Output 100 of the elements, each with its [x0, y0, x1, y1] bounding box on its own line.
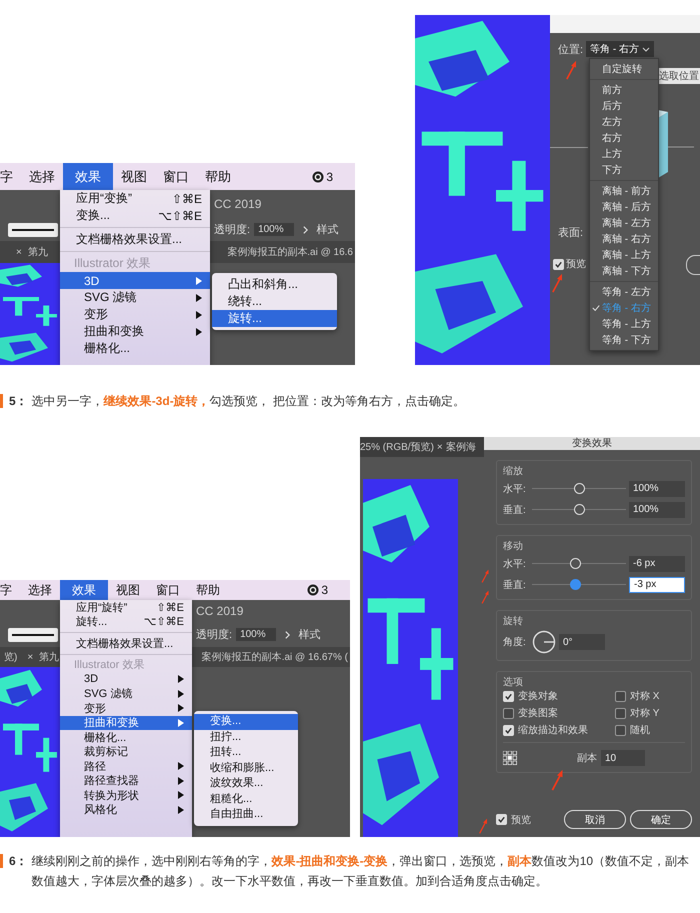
menu-item[interactable]: 旋转... ⌥⇧⌘E: [60, 614, 192, 629]
document-tab[interactable]: 览): [4, 650, 18, 664]
dropdown-option[interactable]: 离轴 - 下方: [590, 263, 658, 279]
document-tab[interactable]: 第九: [28, 245, 48, 259]
opacity-field[interactable]: 100%: [236, 628, 276, 641]
menu-item[interactable]: 旋转...: [212, 310, 337, 327]
dropdown-option[interactable]: 等角 - 上方: [590, 316, 658, 332]
dropdown-option[interactable]: 等角 - 下方: [590, 332, 658, 348]
chevron-icon[interactable]: [302, 224, 309, 234]
menu-item[interactable]: 收缩和膨胀...: [194, 760, 298, 776]
menu-item[interactable]: 栅格化...: [60, 340, 210, 357]
value-field[interactable]: 100%: [629, 480, 685, 496]
menu-item[interactable]: 扭曲和变换: [60, 716, 192, 730]
menu-item[interactable]: 粗糙化...: [194, 792, 298, 807]
angle-field[interactable]: 0°: [559, 634, 605, 650]
copies-field[interactable]: 10: [601, 750, 645, 766]
menu-item[interactable]: 3D: [60, 672, 192, 686]
menu-item[interactable]: 扭转...: [194, 745, 298, 760]
dropdown-option[interactable]: 离轴 - 上方: [590, 247, 658, 263]
dialog-button[interactable]: 确定: [630, 810, 692, 829]
stroke-preview[interactable]: [8, 222, 58, 236]
position-select[interactable]: 等角 - 右方: [586, 41, 654, 57]
slider-thumb[interactable]: [570, 579, 581, 590]
menu-item[interactable]: 变换...: [194, 714, 298, 730]
menu-bar-item[interactable]: 字: [0, 580, 20, 600]
arrow-icon: [480, 590, 490, 604]
checkbox[interactable]: [615, 708, 626, 718]
dropdown-option[interactable]: 等角 - 左方: [590, 284, 658, 300]
close-button[interactable]: ×: [16, 246, 22, 258]
menu-item[interactable]: 应用“旋转” ⇧⌘E: [60, 600, 192, 614]
close-button[interactable]: ×: [436, 442, 443, 452]
menu-item[interactable]: SVG 滤镜: [60, 686, 192, 701]
menu-item[interactable]: 文档栅格效果设置...: [60, 636, 192, 650]
document-tab[interactable]: 案例海报五的副本.ai @ 16.6: [227, 245, 353, 259]
dropdown-option[interactable]: 离轴 - 左方: [590, 215, 658, 231]
menu-item[interactable]: 文档栅格效果设置...: [60, 231, 210, 248]
menu-bar-item[interactable]: 视图: [108, 580, 148, 600]
dial-icon[interactable]: [532, 630, 556, 654]
menu-item[interactable]: 自由扭曲...: [194, 807, 298, 822]
circle-icon[interactable]: [312, 170, 324, 182]
dropdown-option[interactable]: 离轴 - 后方: [590, 199, 658, 215]
menu-item[interactable]: 3D: [60, 272, 210, 289]
menu-item[interactable]: 绕转...: [212, 293, 337, 310]
circle-icon[interactable]: [307, 584, 320, 596]
menu-item[interactable]: 扭拧...: [194, 730, 298, 745]
arrow-icon: [480, 569, 490, 583]
menu-item[interactable]: 变形: [60, 306, 210, 323]
slider-label: 垂直:: [503, 578, 527, 592]
reference-point-icon[interactable]: [503, 751, 517, 765]
value-field[interactable]: 100%: [629, 502, 685, 518]
checkbox[interactable]: [503, 708, 514, 718]
checkbox[interactable]: [615, 690, 626, 702]
document-tab[interactable]: 案例海: [446, 440, 476, 454]
menu-bar-item[interactable]: 帮助: [188, 580, 228, 600]
menu-item[interactable]: SVG 滤镜: [60, 289, 210, 306]
menu-bar-item[interactable]: 选择: [21, 163, 63, 190]
menu-bar-item[interactable]: 窗口: [148, 580, 188, 600]
dropdown-option[interactable]: 左方: [590, 114, 658, 130]
opacity-field[interactable]: 100%: [254, 223, 294, 236]
menu-bar-item[interactable]: 效果: [60, 580, 108, 600]
menu-item[interactable]: 路径: [60, 759, 192, 774]
dropdown-option[interactable]: 后方: [590, 98, 658, 114]
document-tab[interactable]: 25% (RGB/预览): [360, 440, 434, 454]
menu-item[interactable]: 风格化: [60, 802, 192, 817]
dropdown-option[interactable]: 离轴 - 前方: [590, 183, 658, 199]
menu-item[interactable]: 路径查找器: [60, 774, 192, 788]
dropdown-option[interactable]: 前方: [590, 82, 658, 98]
menu-item[interactable]: 凸出和斜角...: [212, 276, 337, 293]
value-field[interactable]: -6 px: [629, 556, 685, 572]
checkbox[interactable]: [615, 724, 626, 736]
menu-bar-item[interactable]: 帮助: [197, 163, 239, 190]
menu-item[interactable]: 应用“变换” ⇧⌘E: [60, 190, 210, 207]
menu-bar-item[interactable]: 字: [0, 163, 21, 190]
dropdown-option[interactable]: 上方: [590, 146, 658, 162]
menu-item[interactable]: 转换为形状: [60, 788, 192, 802]
dialog-button[interactable]: 取消: [564, 810, 626, 829]
value-field[interactable]: -3 px: [629, 576, 685, 592]
menu-item[interactable]: 变换... ⌥⇧⌘E: [60, 207, 210, 224]
chevron-icon[interactable]: [284, 630, 291, 640]
menu-bar-item[interactable]: 窗口: [155, 163, 197, 190]
menu-item[interactable]: 裁剪标记: [60, 744, 192, 759]
menu-bar-item[interactable]: 效果: [63, 163, 113, 190]
arrow-icon: [551, 273, 563, 293]
close-button[interactable]: ×: [27, 652, 34, 662]
menu-item[interactable]: 扭曲和变换: [60, 323, 210, 340]
stroke-preview[interactable]: [8, 628, 58, 642]
dropdown-option[interactable]: 右方: [590, 130, 658, 146]
menu-item[interactable]: 波纹效果...: [194, 776, 298, 792]
accent-bar: [0, 394, 3, 408]
slider-label: 水平:: [503, 482, 527, 496]
document-tab[interactable]: 第九: [39, 650, 60, 664]
document-tab[interactable]: 案例海报五的副本.ai @ 16.67% (: [202, 650, 348, 664]
dropdown-option[interactable]: 下方: [590, 162, 658, 178]
menu-bar-item[interactable]: 选择: [20, 580, 60, 600]
menu-item[interactable]: 变形: [60, 701, 192, 716]
dropdown-option[interactable]: 自定旋转: [590, 61, 658, 77]
dropdown-option[interactable]: 离轴 - 右方: [590, 231, 658, 247]
menu-bar-item[interactable]: 视图: [113, 163, 155, 190]
menu-item[interactable]: 栅格化...: [60, 730, 192, 744]
group-title: 移动: [503, 540, 524, 553]
